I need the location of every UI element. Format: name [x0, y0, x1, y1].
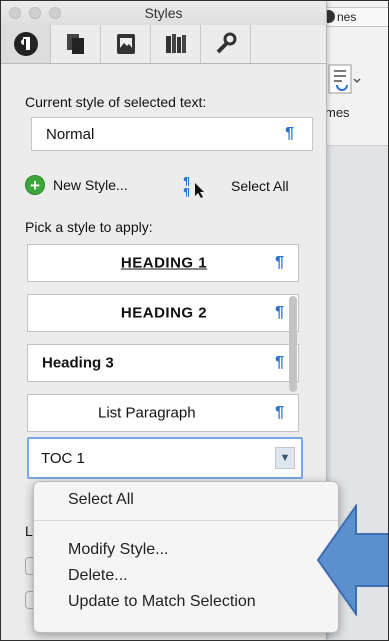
- screen: nes mes Styles Current style of selected…: [0, 0, 389, 641]
- palette-titlebar: Styles: [1, 1, 326, 25]
- paragraph-mark-icon: ¶: [275, 354, 284, 371]
- style-dropdown-button[interactable]: ▼: [275, 447, 295, 469]
- style-item-label: List Paragraph: [98, 404, 196, 422]
- tab-media[interactable]: [101, 25, 151, 63]
- current-style-value: Normal: [46, 125, 95, 143]
- style-item-label: Heading 3: [42, 354, 114, 372]
- annotation-arrow-icon: [316, 504, 388, 616]
- style-list-scrollbar[interactable]: [289, 296, 297, 392]
- tools-icon: [216, 32, 236, 54]
- add-icon: +: [25, 175, 45, 195]
- tab-bar-spacer: [251, 25, 326, 63]
- chevron-down-icon: ▼: [279, 452, 291, 464]
- style-actions: + New Style... ¶ ¶ Select All: [25, 173, 315, 201]
- paragraph-mark-icon: ¶: [285, 125, 294, 142]
- media-browser-icon: [116, 34, 135, 54]
- paragraph-mark-icon: ¶: [275, 254, 284, 271]
- background-tab-label: nes: [337, 10, 357, 24]
- style-item-heading-2[interactable]: HEADING 2 ¶: [27, 294, 299, 332]
- style-item-toc-1[interactable]: TOC 1 ▼: [27, 437, 303, 479]
- current-style-label: Current style of selected text:: [25, 94, 207, 110]
- formatting-icon: [13, 32, 38, 56]
- style-item-heading-1[interactable]: HEADING 1 ¶: [27, 244, 299, 282]
- style-item-label: HEADING 1: [120, 254, 208, 272]
- style-item-label: HEADING 2: [120, 304, 208, 322]
- list-options-label: L: [25, 523, 33, 539]
- style-context-menu: Select All Modify Style... Delete... Upd…: [33, 481, 339, 633]
- menu-separator: [34, 520, 338, 521]
- tab-pages[interactable]: [51, 25, 101, 63]
- style-item-list-paragraph[interactable]: List Paragraph ¶: [27, 394, 299, 432]
- pages-icon: [66, 34, 84, 54]
- style-item-heading-3[interactable]: Heading 3 ¶: [27, 344, 299, 382]
- background-tab[interactable]: nes: [317, 7, 388, 27]
- menu-item-update-to-match[interactable]: Update to Match Selection: [68, 593, 256, 611]
- menu-item-modify-style[interactable]: Modify Style...: [68, 541, 168, 559]
- menu-item-select-all[interactable]: Select All: [68, 491, 134, 509]
- tab-tools[interactable]: [201, 25, 251, 63]
- svg-text:¶: ¶: [183, 186, 190, 199]
- new-style-button[interactable]: + New Style...: [25, 175, 128, 195]
- paragraph-mark-icon: ¶: [275, 404, 284, 421]
- pick-style-label: Pick a style to apply:: [25, 219, 153, 235]
- library-icon: [165, 34, 186, 53]
- current-style-field: Normal ¶: [31, 117, 313, 151]
- new-style-label: New Style...: [53, 177, 128, 193]
- tab-library[interactable]: [151, 25, 201, 63]
- palette-tab-bar: [1, 25, 326, 64]
- select-all-button[interactable]: Select All: [231, 178, 289, 194]
- styles-gallery-icon[interactable]: [325, 61, 361, 101]
- palette-title: Styles: [144, 5, 183, 21]
- style-item-label: TOC 1: [41, 450, 85, 467]
- background-styles-label: mes: [325, 105, 350, 120]
- menu-item-delete[interactable]: Delete...: [68, 567, 128, 585]
- select-all-pointer-icon[interactable]: ¶ ¶: [181, 173, 211, 199]
- paragraph-mark-icon: ¶: [275, 304, 284, 321]
- tab-formatting[interactable]: [1, 25, 51, 63]
